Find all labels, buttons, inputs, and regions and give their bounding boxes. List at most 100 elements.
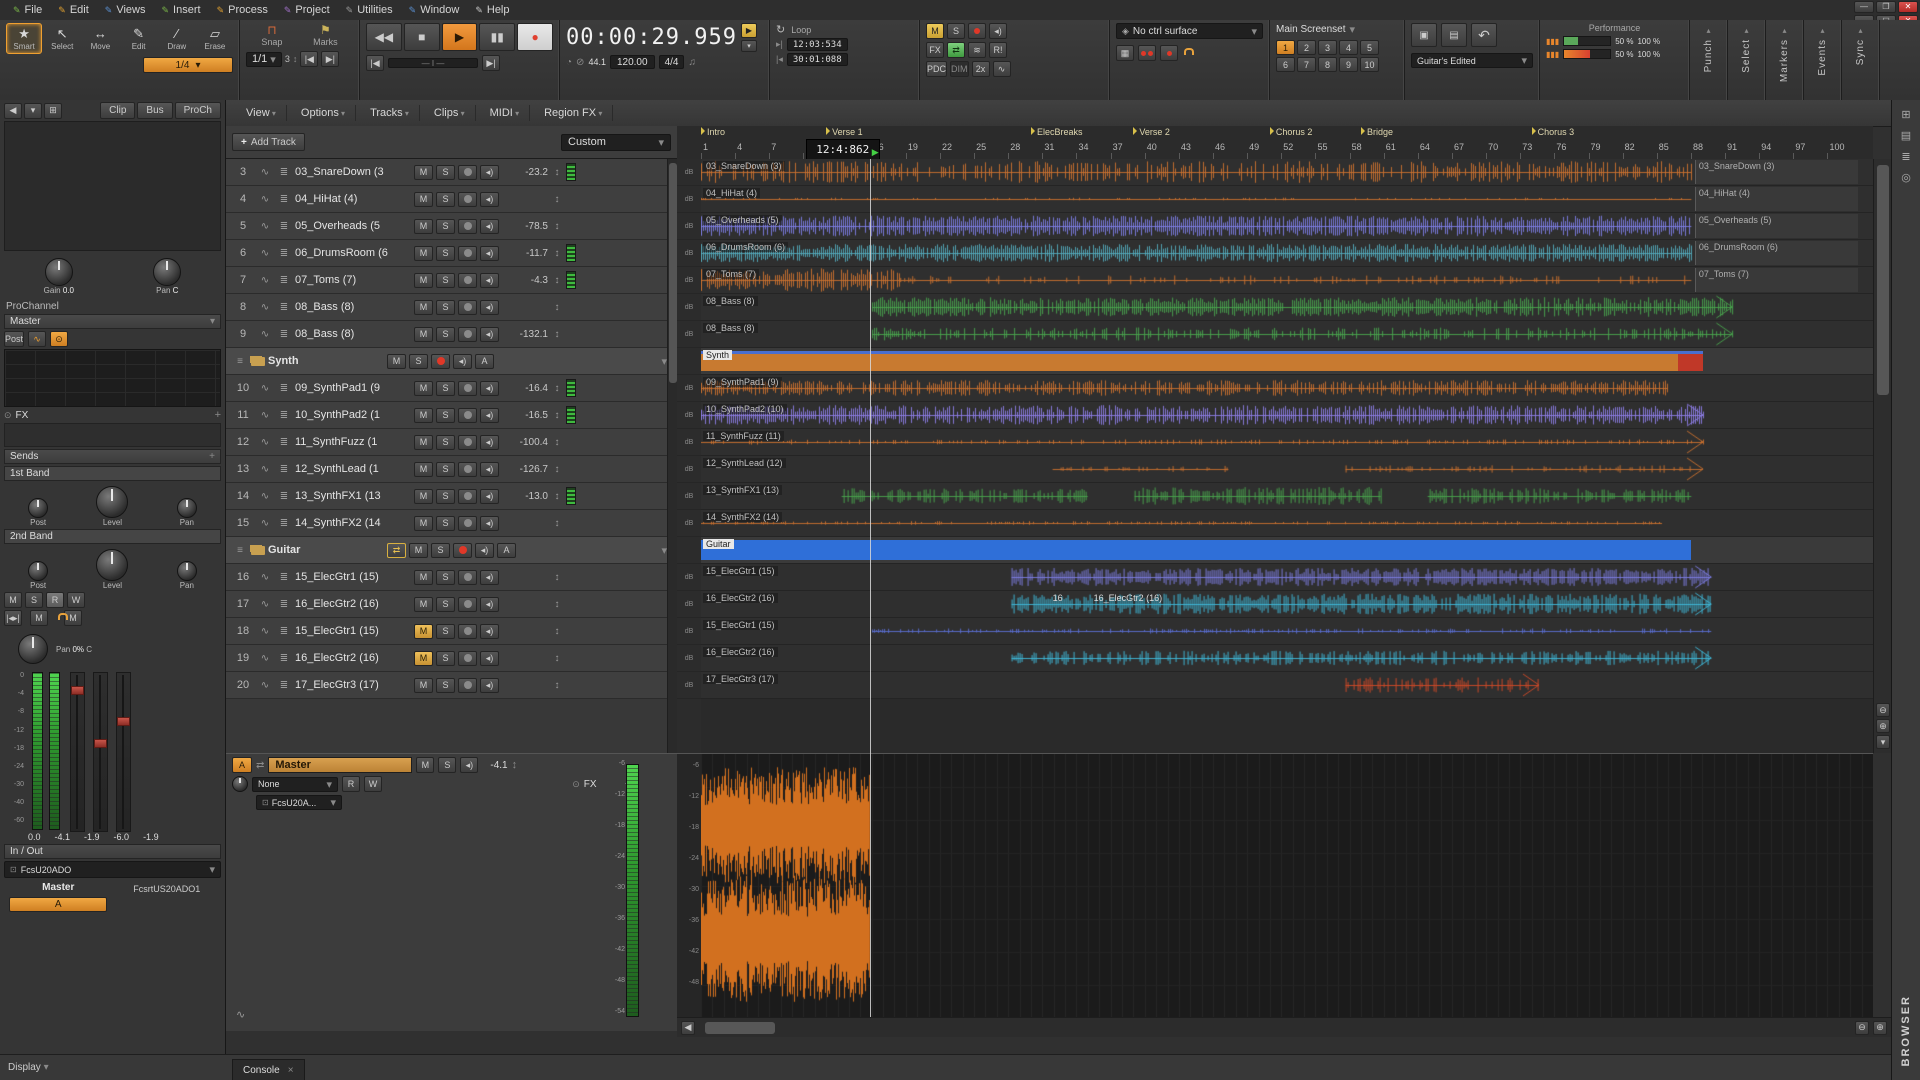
stop-button[interactable]: ■ xyxy=(404,23,440,51)
waveform-tool-icon[interactable]: ∿ xyxy=(236,1008,245,1021)
add-track-button[interactable]: +Add Track xyxy=(232,133,305,151)
track-echo-button[interactable]: ◂) xyxy=(480,516,499,531)
time-format-button[interactable]: ▾ xyxy=(741,40,757,52)
tool-move[interactable]: ↔Move xyxy=(82,23,118,54)
track-mute-button[interactable]: M xyxy=(414,327,433,342)
tvmenu-region-fx[interactable]: Region FX ▾ xyxy=(534,105,613,121)
track-mute-button[interactable]: M xyxy=(414,624,433,639)
volume-stepper-icon[interactable]: ↕ xyxy=(551,437,563,448)
inspector-dock-icon[interactable]: ⊞ xyxy=(44,103,62,119)
screenset-5[interactable]: 5 xyxy=(1360,40,1379,55)
module-power-button[interactable]: ⊙ xyxy=(50,331,68,347)
global-solo-button[interactable]: S xyxy=(947,23,965,39)
track-mute-button[interactable]: M xyxy=(414,678,433,693)
snap-value-select[interactable]: 1/1▾ xyxy=(246,52,282,67)
playhead[interactable] xyxy=(870,159,871,1017)
record-indicator-2[interactable] xyxy=(1160,45,1178,61)
menu-utilities[interactable]: ✎Utilities xyxy=(339,3,400,17)
folder-mute-button[interactable]: M xyxy=(387,354,406,369)
track-mute-button[interactable]: M xyxy=(414,300,433,315)
section-marker-bridge[interactable]: Bridge xyxy=(1361,127,1393,137)
menu-window[interactable]: ✎Window xyxy=(402,3,467,17)
volume-stepper-icon[interactable]: ↕ xyxy=(551,410,563,421)
screenset-3[interactable]: 3 xyxy=(1318,40,1337,55)
clip-lane-label[interactable]: 03_SnareDown (3) xyxy=(703,161,785,171)
clip-lane-15[interactable]: 15_ElecGtr1 (15) xyxy=(701,564,1873,591)
marks-toggle[interactable]: ⚑ Marks xyxy=(313,23,338,47)
clip-lane-7[interactable]: Synth xyxy=(701,348,1873,375)
clip-lane-label[interactable]: 05_Overheads (5) xyxy=(703,215,782,225)
clip-lane-11[interactable]: 12_SynthLead (12) xyxy=(701,456,1873,483)
track-solo-button[interactable]: S xyxy=(436,489,455,504)
prochannel-module-title[interactable]: Master▾ xyxy=(4,314,221,329)
clip-lane-3[interactable]: 06_DrumsRoom (6)06_DrumsRoom (6) xyxy=(701,240,1873,267)
dim-solo-button[interactable]: DIM xyxy=(950,61,969,77)
snap-toggle[interactable]: ⊓ Snap xyxy=(261,23,282,47)
strip-name[interactable]: Master xyxy=(4,882,113,893)
volume-stepper-icon[interactable]: ↕ xyxy=(551,464,563,475)
ctrl-surface-select[interactable]: ◈ No ctrl surface ▾ xyxy=(1116,23,1263,39)
track-mute-button[interactable]: M xyxy=(414,273,433,288)
track-echo-button[interactable]: ◂) xyxy=(480,246,499,261)
track-echo-button[interactable]: ◂) xyxy=(480,597,499,612)
track-row-4[interactable]: 4∿≣04_HiHat (4)MS◂)↕ xyxy=(226,186,677,213)
2x-button[interactable]: 2x xyxy=(972,61,990,77)
volume-stepper-icon[interactable]: ↕ xyxy=(551,275,563,286)
marker-next-button[interactable]: ▶| xyxy=(321,51,339,67)
track-volume-value[interactable]: -23.2 xyxy=(502,167,548,178)
minimize-button-row1[interactable]: — xyxy=(1854,1,1874,13)
bank-a-bar[interactable]: A xyxy=(9,897,107,912)
audio-engine-button[interactable]: ◂) xyxy=(989,23,1007,39)
track-volume-value[interactable]: -13.0 xyxy=(502,491,548,502)
screenset-1[interactable]: 1 xyxy=(1276,40,1295,55)
browser-label[interactable]: BROWSER xyxy=(1900,995,1912,1066)
folder-drag-handle[interactable]: ≡ xyxy=(232,545,248,556)
browser-collapsed-strip[interactable]: ⊞ ▤ ≣ ◎ BROWSER xyxy=(1891,100,1920,1080)
section-marker-verse-2[interactable]: Verse 2 xyxy=(1133,127,1170,137)
track-volume-value[interactable]: -132.1 xyxy=(502,329,548,340)
browser-media-icon[interactable]: ⊞ xyxy=(1901,108,1910,121)
global-mute-button[interactable]: M xyxy=(926,23,944,39)
volume-stepper-icon[interactable]: ↕ xyxy=(551,221,563,232)
collapsed-module-sync[interactable]: ▴Sync xyxy=(1842,20,1880,100)
track-volume-value[interactable]: -16.4 xyxy=(502,383,548,394)
master-solo-button[interactable]: S xyxy=(438,757,456,773)
track-name[interactable]: 04_HiHat (4) xyxy=(295,193,411,205)
volume-stepper-icon[interactable]: ↕ xyxy=(551,194,563,205)
goto-end-button[interactable]: ▶| xyxy=(482,55,500,71)
track-name[interactable]: 14_SynthFX2 (14 xyxy=(295,517,411,529)
track-mute-button[interactable]: M xyxy=(414,165,433,180)
eq-display[interactable] xyxy=(4,349,221,407)
track-row-5[interactable]: 5∿≣05_Overheads (5MS◂)-78.5↕ xyxy=(226,213,677,240)
track-name[interactable]: 09_SynthPad1 (9 xyxy=(295,382,411,394)
record-indicator-1[interactable] xyxy=(1138,45,1156,61)
track-row-8[interactable]: 8∿≣08_Bass (8)MS◂)↕ xyxy=(226,294,677,321)
reset-button[interactable]: R! xyxy=(989,42,1007,58)
collapsed-module-punch[interactable]: ▴Punch xyxy=(1690,20,1728,100)
collapsed-module-select[interactable]: ▴Select xyxy=(1728,20,1766,100)
track-volume-value[interactable]: -126.7 xyxy=(502,464,548,475)
console-close-icon[interactable]: × xyxy=(288,1065,294,1076)
track-arm-button[interactable] xyxy=(458,651,477,666)
band2-header[interactable]: 2nd Band xyxy=(4,529,221,544)
track-solo-button[interactable]: S xyxy=(436,435,455,450)
tool-draw[interactable]: ∕Draw xyxy=(159,23,195,54)
horizontal-scrollbar[interactable]: ◀ ⊖ ⊕ xyxy=(677,1017,1891,1037)
track-mute-button[interactable]: M xyxy=(414,219,433,234)
master-write-button[interactable]: W xyxy=(364,776,382,792)
clip-lane-label[interactable]: 12_SynthLead (12) xyxy=(703,458,786,468)
volume-stepper-icon[interactable]: ↕ xyxy=(551,383,563,394)
track-row-11[interactable]: 11∿≣10_SynthPad2 (1MS◂)-16.5↕ xyxy=(226,402,677,429)
master-waveform-pane[interactable] xyxy=(701,753,1873,1018)
track-mute-button[interactable]: M xyxy=(414,192,433,207)
clip-lane-10[interactable]: 11_SynthFuzz (11) xyxy=(701,429,1873,456)
folder-composite-clip[interactable] xyxy=(701,351,1703,371)
track-mute-button[interactable]: M xyxy=(414,246,433,261)
track-volume-value[interactable]: -11.7 xyxy=(502,248,548,259)
bus-mute-button[interactable]: M xyxy=(4,592,22,608)
track-mute-button[interactable]: M xyxy=(414,435,433,450)
volume-stepper-icon[interactable]: ↕ xyxy=(551,167,563,178)
track-name[interactable]: 03_SnareDown (3 xyxy=(295,166,411,178)
scroll-left-button[interactable]: ◀ xyxy=(681,1021,695,1035)
track-solo-button[interactable]: S xyxy=(436,570,455,585)
